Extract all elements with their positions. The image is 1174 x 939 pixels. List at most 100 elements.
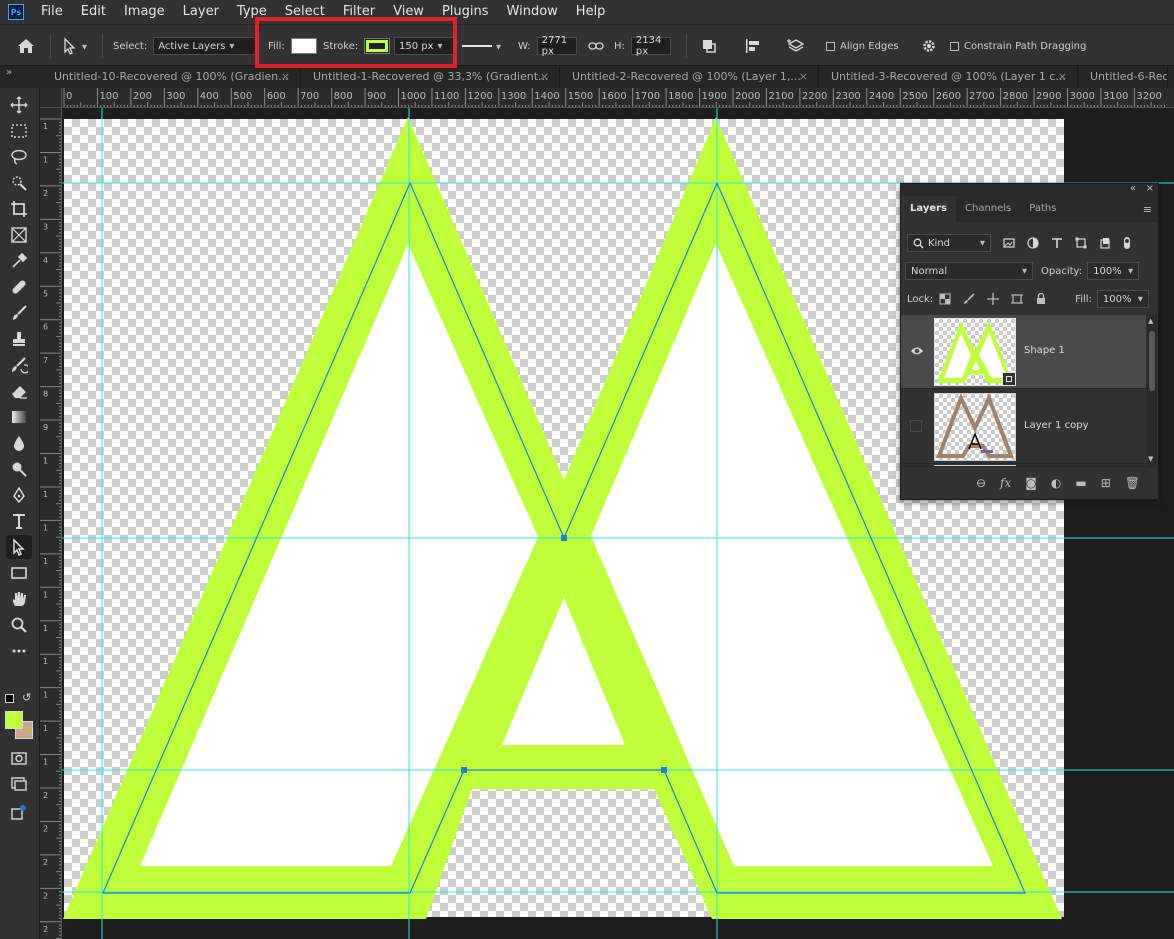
frame-tool[interactable] bbox=[6, 223, 32, 247]
select-dropdown[interactable]: Active Layers bbox=[153, 37, 257, 55]
default-colors-icon[interactable] bbox=[5, 694, 14, 703]
type-layer-filter-icon[interactable] bbox=[1051, 237, 1063, 249]
rectangle-tool[interactable] bbox=[6, 561, 32, 585]
new-group-folder-icon[interactable]: ▬ bbox=[1075, 476, 1086, 490]
tab-untitled-6[interactable]: Untitled-6-Reco bbox=[1078, 66, 1168, 88]
anchor-point[interactable] bbox=[461, 767, 467, 773]
anchor-point[interactable] bbox=[661, 767, 667, 773]
tab-untitled-3[interactable]: Untitled-3-Recovered @ 100% (Layer 1 c..… bbox=[819, 66, 1078, 88]
path-operations-button[interactable] bbox=[700, 25, 718, 67]
tab-layers[interactable]: Layers bbox=[901, 196, 956, 222]
layer-row-layer-1-copy[interactable]: Layer 1 copy bbox=[901, 390, 1146, 464]
pen-tool[interactable] bbox=[6, 483, 32, 507]
marquee-tool[interactable] bbox=[6, 119, 32, 143]
crop-tool[interactable] bbox=[6, 197, 32, 221]
clone-stamp-tool[interactable] bbox=[6, 327, 32, 351]
home-button[interactable] bbox=[16, 25, 36, 67]
scroll-down-icon[interactable]: ▼ bbox=[1148, 455, 1153, 463]
constrain-path-toggle[interactable]: Constrain Path Dragging bbox=[950, 25, 1086, 67]
gradient-tool[interactable] bbox=[6, 405, 32, 429]
lock-artboard-icon[interactable] bbox=[1011, 293, 1024, 305]
tool-preset-picker[interactable] bbox=[62, 25, 87, 67]
link-layers-icon[interactable]: ⊖ bbox=[976, 476, 986, 490]
history-brush-tool[interactable] bbox=[6, 353, 32, 377]
smart-object-filter-icon[interactable] bbox=[1099, 237, 1111, 249]
pixel-layer-filter-icon[interactable] bbox=[1003, 237, 1015, 249]
lock-all-icon[interactable] bbox=[1035, 293, 1047, 305]
layer-name[interactable]: Shape 1 bbox=[1024, 345, 1065, 356]
path-arrangement-button[interactable] bbox=[786, 25, 806, 67]
trash-icon[interactable]: 🗑 bbox=[1125, 476, 1140, 490]
opacity-field[interactable]: 100% bbox=[1087, 262, 1140, 280]
hand-tool[interactable] bbox=[6, 587, 32, 611]
eye-icon[interactable] bbox=[910, 345, 924, 357]
filter-kind-dropdown[interactable]: Kind bbox=[907, 234, 991, 252]
tab-channels[interactable]: Channels bbox=[956, 196, 1020, 222]
type-tool[interactable] bbox=[6, 509, 32, 533]
menu-image[interactable]: Image bbox=[115, 0, 174, 24]
horizontal-ruler[interactable]: 0 100 200 300 400 500 600 700 800 900 1000 1100 1200… bbox=[62, 88, 1174, 108]
visibility-toggle[interactable] bbox=[910, 420, 922, 432]
constrain-path-checkbox[interactable] bbox=[950, 41, 959, 51]
eraser-tool[interactable] bbox=[6, 379, 32, 403]
close-icon[interactable]: × bbox=[1146, 183, 1154, 194]
add-mask-icon[interactable]: ◙ bbox=[1025, 476, 1037, 490]
more-tools-button[interactable] bbox=[6, 639, 32, 663]
quick-mask-button[interactable] bbox=[6, 746, 32, 770]
menu-window[interactable]: Window bbox=[498, 0, 567, 24]
scroll-up-icon[interactable]: ▲ bbox=[1148, 317, 1153, 325]
menu-help[interactable]: Help bbox=[567, 0, 615, 24]
layer-name[interactable]: Layer 1 copy bbox=[1024, 420, 1088, 431]
settings-button[interactable] bbox=[920, 25, 938, 67]
healing-brush-tool[interactable] bbox=[6, 275, 32, 299]
tab-untitled-1[interactable]: Untitled-1-Recovered @ 33,3% (Gradient..… bbox=[301, 66, 560, 88]
lock-transparent-pixels-icon[interactable] bbox=[939, 293, 951, 305]
blend-mode-dropdown[interactable]: Normal bbox=[905, 262, 1033, 280]
width-field[interactable]: 2771 px bbox=[536, 35, 577, 57]
menu-layer[interactable]: Layer bbox=[174, 0, 228, 24]
lasso-tool[interactable] bbox=[6, 145, 32, 169]
direct-selection-tool[interactable] bbox=[6, 535, 32, 559]
shape-layer-filter-icon[interactable] bbox=[1075, 237, 1087, 249]
tab-paths[interactable]: Paths bbox=[1020, 196, 1065, 222]
eyedropper-tool[interactable] bbox=[6, 249, 32, 273]
layers-scrollbar[interactable]: ▲ ▼ bbox=[1147, 315, 1157, 465]
fill-opacity-field[interactable]: 100% bbox=[1096, 290, 1149, 308]
panel-collapse-icon[interactable]: » bbox=[0, 66, 42, 88]
align-edges-checkbox[interactable] bbox=[826, 41, 835, 51]
menu-file[interactable]: File bbox=[32, 0, 72, 24]
new-layer-icon[interactable]: ⊞ bbox=[1101, 476, 1111, 490]
adjustment-layer-filter-icon[interactable] bbox=[1027, 237, 1039, 249]
lock-position-icon[interactable] bbox=[987, 293, 1000, 305]
path-alignment-button[interactable] bbox=[744, 25, 762, 67]
quick-selection-tool[interactable] bbox=[6, 171, 32, 195]
close-icon[interactable]: × bbox=[1058, 66, 1067, 88]
zoom-tool[interactable] bbox=[6, 613, 32, 637]
screen-mode-button[interactable] bbox=[6, 772, 32, 796]
tab-untitled-2[interactable]: Untitled-2-Recovered @ 100% (Layer 1,...… bbox=[560, 66, 819, 88]
height-field[interactable]: 2134 px bbox=[630, 35, 671, 57]
brush-tool[interactable] bbox=[6, 301, 32, 325]
foreground-color-swatch[interactable] bbox=[5, 711, 23, 729]
fx-icon[interactable]: fx bbox=[1000, 476, 1011, 490]
swap-colors-icon[interactable]: ↺ bbox=[22, 691, 31, 704]
close-icon[interactable]: × bbox=[799, 66, 808, 88]
close-icon[interactable]: × bbox=[281, 66, 290, 88]
scrollbar-thumb[interactable] bbox=[1149, 331, 1155, 391]
lock-image-pixels-icon[interactable] bbox=[963, 293, 975, 305]
close-icon[interactable]: × bbox=[540, 66, 549, 88]
share-button[interactable] bbox=[6, 800, 32, 824]
align-edges-toggle[interactable]: Align Edges bbox=[826, 25, 899, 67]
ruler-origin[interactable] bbox=[40, 88, 62, 108]
layer-row-shape-1[interactable]: Shape 1 bbox=[901, 315, 1146, 389]
menu-edit[interactable]: Edit bbox=[72, 0, 115, 24]
panel-menu-icon[interactable]: ≡ bbox=[1143, 203, 1152, 216]
tab-untitled-10[interactable]: Untitled-10-Recovered @ 100% (Gradien...… bbox=[42, 66, 301, 88]
stroke-type-dropdown[interactable] bbox=[462, 25, 501, 67]
move-tool[interactable] bbox=[6, 93, 32, 117]
anchor-point[interactable] bbox=[561, 535, 567, 541]
link-dimensions-button[interactable] bbox=[588, 25, 604, 67]
dodge-tool[interactable] bbox=[6, 457, 32, 481]
blur-tool[interactable] bbox=[6, 431, 32, 455]
collapse-panel-icon[interactable]: « bbox=[1130, 183, 1136, 194]
